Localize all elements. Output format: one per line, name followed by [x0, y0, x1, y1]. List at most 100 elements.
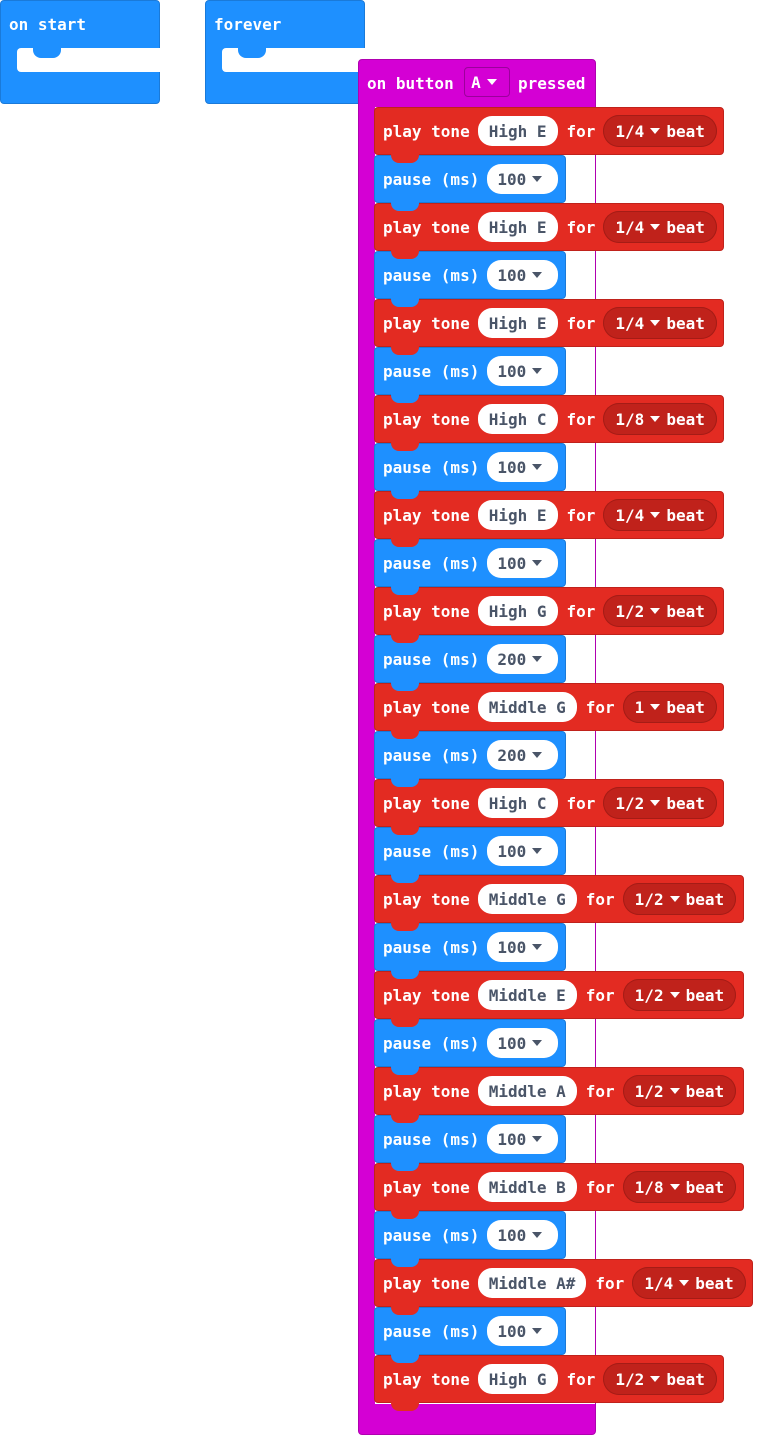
- on-button-suffix-label: pressed: [518, 74, 586, 93]
- chevron-down-icon: [650, 704, 661, 710]
- beat-dropdown[interactable]: 1/2 beat: [622, 883, 737, 915]
- play-tone-label: play tone: [383, 217, 470, 237]
- pause-ms-dropdown[interactable]: 100: [487, 452, 559, 482]
- play-tone-block[interactable]: play tone Middle A for 1/2 beat: [374, 1067, 744, 1123]
- pause-ms-dropdown[interactable]: 100: [487, 1028, 559, 1058]
- pause-label: pause (ms): [383, 841, 480, 861]
- note-field[interactable]: Middle B: [477, 1172, 577, 1202]
- note-field[interactable]: High G: [477, 596, 558, 626]
- pause-ms-value: 100: [497, 1129, 527, 1149]
- note-field[interactable]: Middle E: [477, 980, 577, 1010]
- for-label: for: [585, 1177, 615, 1197]
- pause-label: pause (ms): [383, 649, 480, 669]
- block-notch: [391, 1066, 419, 1075]
- beat-value: 1/2: [615, 601, 645, 621]
- pause-label: pause (ms): [383, 745, 480, 765]
- beat-dropdown[interactable]: 1/2 beat: [622, 979, 737, 1011]
- play-tone-block[interactable]: play tone High E for 1/4 beat: [374, 299, 724, 355]
- beat-dropdown[interactable]: 1/4 beat: [603, 115, 717, 147]
- chevron-down-icon: [532, 1040, 543, 1046]
- block-notch: [391, 1210, 419, 1219]
- pause-ms-dropdown[interactable]: 100: [487, 1220, 559, 1250]
- note-field[interactable]: High E: [477, 212, 558, 242]
- note-field[interactable]: Middle G: [477, 884, 577, 914]
- beat-value: 1/2: [634, 889, 664, 909]
- note-field[interactable]: Middle A: [477, 1076, 577, 1106]
- block-notch: [391, 970, 419, 979]
- beat-unit-label: beat: [666, 313, 705, 333]
- beat-value: 1: [634, 697, 645, 717]
- pause-ms-value: 100: [497, 937, 527, 957]
- pause-ms-dropdown[interactable]: 200: [487, 740, 559, 770]
- note-field[interactable]: Middle A#: [477, 1268, 587, 1298]
- beat-dropdown[interactable]: 1/4 beat: [603, 499, 717, 531]
- pause-ms-dropdown[interactable]: 100: [487, 1124, 559, 1154]
- note-field[interactable]: High E: [477, 500, 558, 530]
- pause-ms-dropdown[interactable]: 100: [487, 932, 559, 962]
- chevron-down-icon: [650, 224, 661, 230]
- block-notch: [391, 1402, 419, 1411]
- play-tone-block[interactable]: play tone High C for 1/2 beat: [374, 779, 724, 835]
- for-label: for: [585, 985, 615, 1005]
- play-tone-block[interactable]: play tone High G for 1/2 beat: [374, 587, 724, 643]
- beat-dropdown[interactable]: 1/2 beat: [622, 1075, 737, 1107]
- beat-dropdown[interactable]: 1/2 beat: [603, 1363, 717, 1395]
- pause-ms-dropdown[interactable]: 100: [487, 1316, 559, 1346]
- pause-ms-value: 100: [497, 553, 527, 573]
- pause-label: pause (ms): [383, 1033, 480, 1053]
- forever-notch: [238, 48, 266, 58]
- pause-ms-dropdown[interactable]: 100: [487, 548, 559, 578]
- beat-value: 1/2: [634, 1081, 664, 1101]
- pause-label: pause (ms): [383, 361, 480, 381]
- for-label: for: [585, 697, 615, 717]
- pause-ms-dropdown[interactable]: 100: [487, 260, 559, 290]
- beat-unit-label: beat: [666, 1369, 705, 1389]
- play-tone-block[interactable]: play tone High E for 1/4 beat: [374, 203, 724, 259]
- beat-dropdown[interactable]: 1/8 beat: [622, 1171, 737, 1203]
- play-tone-block[interactable]: play tone Middle G for 1 beat: [374, 683, 724, 739]
- on-start-block[interactable]: on start: [0, 0, 161, 104]
- pause-ms-dropdown[interactable]: 100: [487, 356, 559, 386]
- play-tone-block[interactable]: play tone Middle B for 1/8 beat: [374, 1163, 744, 1219]
- beat-dropdown[interactable]: 1/2 beat: [603, 787, 717, 819]
- play-tone-block[interactable]: play tone Middle E for 1/2 beat: [374, 971, 744, 1027]
- pause-ms-dropdown[interactable]: 100: [487, 836, 559, 866]
- play-tone-block[interactable]: play tone High E for 1/4 beat: [374, 491, 724, 547]
- pause-label: pause (ms): [383, 1225, 480, 1245]
- play-tone-block[interactable]: play tone Middle G for 1/2 beat: [374, 875, 744, 931]
- beat-dropdown[interactable]: 1/4 beat: [603, 211, 717, 243]
- forever-block[interactable]: forever: [205, 0, 366, 104]
- play-tone-block[interactable]: play tone High C for 1/8 beat: [374, 395, 724, 451]
- beat-dropdown[interactable]: 1/4 beat: [603, 307, 717, 339]
- for-label: for: [585, 889, 615, 909]
- note-field[interactable]: High C: [477, 788, 558, 818]
- block-notch: [391, 154, 419, 163]
- note-field[interactable]: High G: [477, 1364, 558, 1394]
- pause-ms-dropdown[interactable]: 100: [487, 164, 559, 194]
- block-notch: [391, 442, 419, 451]
- beat-unit-label: beat: [666, 409, 705, 429]
- play-tone-block[interactable]: play tone High G for 1/2 beat: [374, 1355, 724, 1411]
- beat-dropdown[interactable]: 1/4 beat: [632, 1267, 746, 1299]
- block-notch: [391, 538, 419, 547]
- note-field[interactable]: High E: [477, 116, 558, 146]
- note-field[interactable]: Middle G: [477, 692, 577, 722]
- play-tone-label: play tone: [383, 601, 470, 621]
- beat-dropdown[interactable]: 1/8 beat: [603, 403, 717, 435]
- note-field[interactable]: High E: [477, 308, 558, 338]
- play-tone-label: play tone: [383, 793, 470, 813]
- for-label: for: [566, 217, 596, 237]
- chevron-down-icon: [650, 1376, 661, 1382]
- beat-dropdown[interactable]: 1/2 beat: [603, 595, 717, 627]
- pause-label: pause (ms): [383, 937, 480, 957]
- play-tone-block[interactable]: play tone Middle A# for 1/4 beat: [374, 1259, 753, 1315]
- note-field[interactable]: High C: [477, 404, 558, 434]
- block-notch: [391, 1306, 419, 1315]
- play-tone-block[interactable]: play tone High E for 1/4 beat: [374, 107, 724, 163]
- for-label: for: [566, 793, 596, 813]
- pause-label: pause (ms): [383, 457, 480, 477]
- block-notch: [391, 298, 419, 307]
- pause-ms-dropdown[interactable]: 200: [487, 644, 559, 674]
- button-selector-dropdown[interactable]: A: [464, 67, 510, 97]
- beat-dropdown[interactable]: 1 beat: [622, 691, 717, 723]
